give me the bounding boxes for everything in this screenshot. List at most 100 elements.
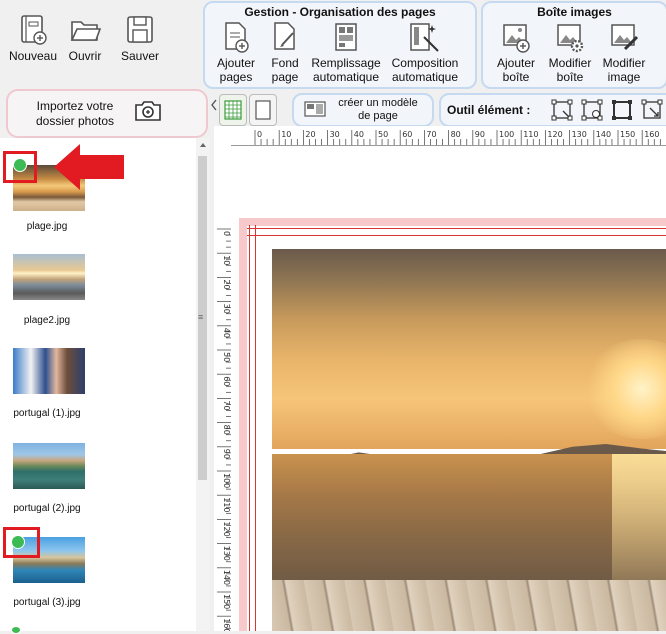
- bg-page-line2: page: [271, 70, 299, 84]
- ruler-tick-label: 100: [222, 473, 231, 488]
- boite-images-group: Boîte images Ajouter boîte Modifier boît…: [481, 1, 666, 89]
- add-pages-button[interactable]: Ajouter pages: [211, 21, 261, 84]
- magic-wand-icon: [410, 23, 439, 52]
- camera-icon: [135, 101, 161, 121]
- photo-label: plage2.jpg: [23, 315, 71, 326]
- folder-icon: [70, 21, 101, 41]
- photo-list-panel: plage.jpg plage2.jpg portugal (1).jpg po…: [0, 138, 210, 634]
- scroll-up-icon[interactable]: [199, 142, 207, 148]
- photo-thumbnail[interactable]: [13, 254, 85, 300]
- main-toolbar: Nouveau Ouvrir Sauver Gestion - Organisa…: [0, 0, 666, 89]
- tool-element-label: Outil élément :: [447, 103, 531, 117]
- ruler-tick-label: 40: [222, 328, 231, 338]
- select-frame-icon[interactable]: [551, 99, 573, 121]
- ruler-tick-label: 30: [222, 304, 231, 314]
- open-button[interactable]: Ouvrir: [63, 14, 107, 63]
- ruler-tick-label: 80: [451, 130, 461, 139]
- blank-page-icon: [255, 100, 271, 120]
- add-box-line1: Ajouter: [496, 56, 536, 70]
- import-label: Importez votre dossier photos: [20, 99, 130, 129]
- create-model-label: créer un modèle de page: [330, 97, 426, 123]
- ruler-tick-label: 120: [547, 130, 562, 139]
- ruler-tick-label: 10: [281, 130, 291, 139]
- ruler-tick-label: 20: [305, 130, 315, 139]
- edit-image-line2: image: [607, 70, 641, 84]
- delete-frame-icon[interactable]: [581, 99, 603, 121]
- edit-box-button[interactable]: Modifier boîte: [543, 21, 597, 84]
- add-box-button[interactable]: Ajouter boîte: [489, 21, 543, 84]
- edit-image-line1: Modifier: [602, 56, 646, 70]
- red-arrow-icon: [54, 144, 124, 190]
- auto-comp-line1: Composition: [391, 56, 459, 70]
- create-model-line2: de page: [358, 110, 398, 122]
- gestion-title: Gestion - Organisation des pages: [244, 5, 436, 19]
- ruler-tick-label: 60: [222, 376, 231, 386]
- ruler-tick-label: 140: [222, 570, 231, 585]
- collapse-panel-arrow[interactable]: [210, 98, 218, 112]
- edit-box-line2: boîte: [556, 70, 584, 84]
- ruler-tick-label: 150: [620, 130, 635, 139]
- create-page-model-button[interactable]: créer un modèle de page: [292, 93, 434, 127]
- photo-label: portugal (3).jpg: [13, 597, 81, 608]
- import-line2: dossier photos: [35, 114, 115, 128]
- ruler-tick-label: 100: [499, 130, 514, 139]
- ruler-tick-label: 10: [222, 255, 231, 265]
- edit-image-button[interactable]: Modifier image: [597, 21, 651, 84]
- layout-grid-icon: [335, 23, 357, 51]
- background-page-button[interactable]: Fond page: [265, 21, 305, 84]
- new-label: Nouveau: [8, 49, 58, 63]
- page-view-button[interactable]: [249, 94, 277, 126]
- splitter-grip[interactable]: ≡: [198, 313, 204, 322]
- ruler-tick-label: 150: [222, 594, 231, 609]
- save-label: Sauver: [120, 49, 160, 63]
- add-box-line2: boîte: [502, 70, 530, 84]
- ruler-tick-label: 20: [222, 279, 231, 289]
- add-page-icon: [225, 22, 249, 53]
- auto-composition-button[interactable]: Composition automatique: [387, 21, 463, 84]
- checked-icon: [11, 626, 21, 634]
- grid-view-button[interactable]: [219, 94, 247, 126]
- photo-list-scrollbar[interactable]: [196, 138, 210, 631]
- new-document-icon: [21, 15, 47, 45]
- auto-fill-button[interactable]: Remplissage automatique: [309, 21, 383, 84]
- ruler-tick-label: 0: [222, 231, 231, 236]
- template-icon: [304, 101, 326, 117]
- new-button[interactable]: Nouveau: [6, 14, 60, 63]
- ruler-tick-label: 60: [402, 130, 412, 139]
- gestion-group: Gestion - Organisation des pages Ajouter…: [203, 1, 477, 89]
- photo-thumbnail[interactable]: [13, 443, 85, 489]
- highlight-box: [3, 151, 37, 183]
- ruler-tick-label: 120: [222, 521, 231, 536]
- ruler-ticks: 0 10 20 30 40 50 60 70 80 90 100 110 120 130 140 150 160…: [217, 130, 666, 631]
- import-line1: Importez votre: [36, 99, 114, 113]
- ruler-tick-label: 50: [378, 130, 388, 139]
- ruler-tick-label: 30: [330, 130, 340, 139]
- resize-frame-icon[interactable]: [611, 99, 633, 121]
- image-add-icon: [503, 24, 530, 53]
- open-label: Ouvrir: [68, 49, 102, 63]
- green-grid-icon: [224, 100, 242, 120]
- create-model-line1: créer un modèle: [338, 97, 418, 109]
- move-frame-icon[interactable]: [641, 99, 663, 121]
- ruler-tick-label: 70: [222, 400, 231, 410]
- photo-label: portugal (1).jpg: [13, 408, 81, 419]
- ruler-tick-label: 70: [426, 130, 436, 139]
- save-button[interactable]: Sauver: [116, 14, 164, 63]
- page-canvas[interactable]: 0 10 20 30 40 50 60 70 80 90 100 110 120 130 140 150 160…: [214, 126, 666, 631]
- auto-fill-line1: Remplissage: [311, 56, 381, 70]
- ruler-tick-label: 130: [222, 546, 231, 561]
- ruler-tick-label: 110: [523, 130, 538, 139]
- ruler-tick-label: 0: [257, 130, 262, 139]
- ruler-tick-label: 160: [222, 618, 231, 631]
- auto-fill-line2: automatique: [312, 70, 380, 84]
- element-tool-bar: Outil élément :: [439, 93, 666, 127]
- image-pencil-icon: [611, 24, 639, 51]
- photo-thumbnail[interactable]: [13, 348, 85, 394]
- floppy-disk-icon: [127, 16, 153, 43]
- ruler-tick-label: 80: [222, 425, 231, 435]
- photo-label: portugal (2).jpg: [13, 503, 81, 514]
- edit-box-line1: Modifier: [548, 56, 592, 70]
- add-pages-line2: pages: [219, 70, 253, 84]
- ruler-tick-label: 140: [596, 130, 611, 139]
- import-photos-button[interactable]: Importez votre dossier photos: [6, 89, 208, 138]
